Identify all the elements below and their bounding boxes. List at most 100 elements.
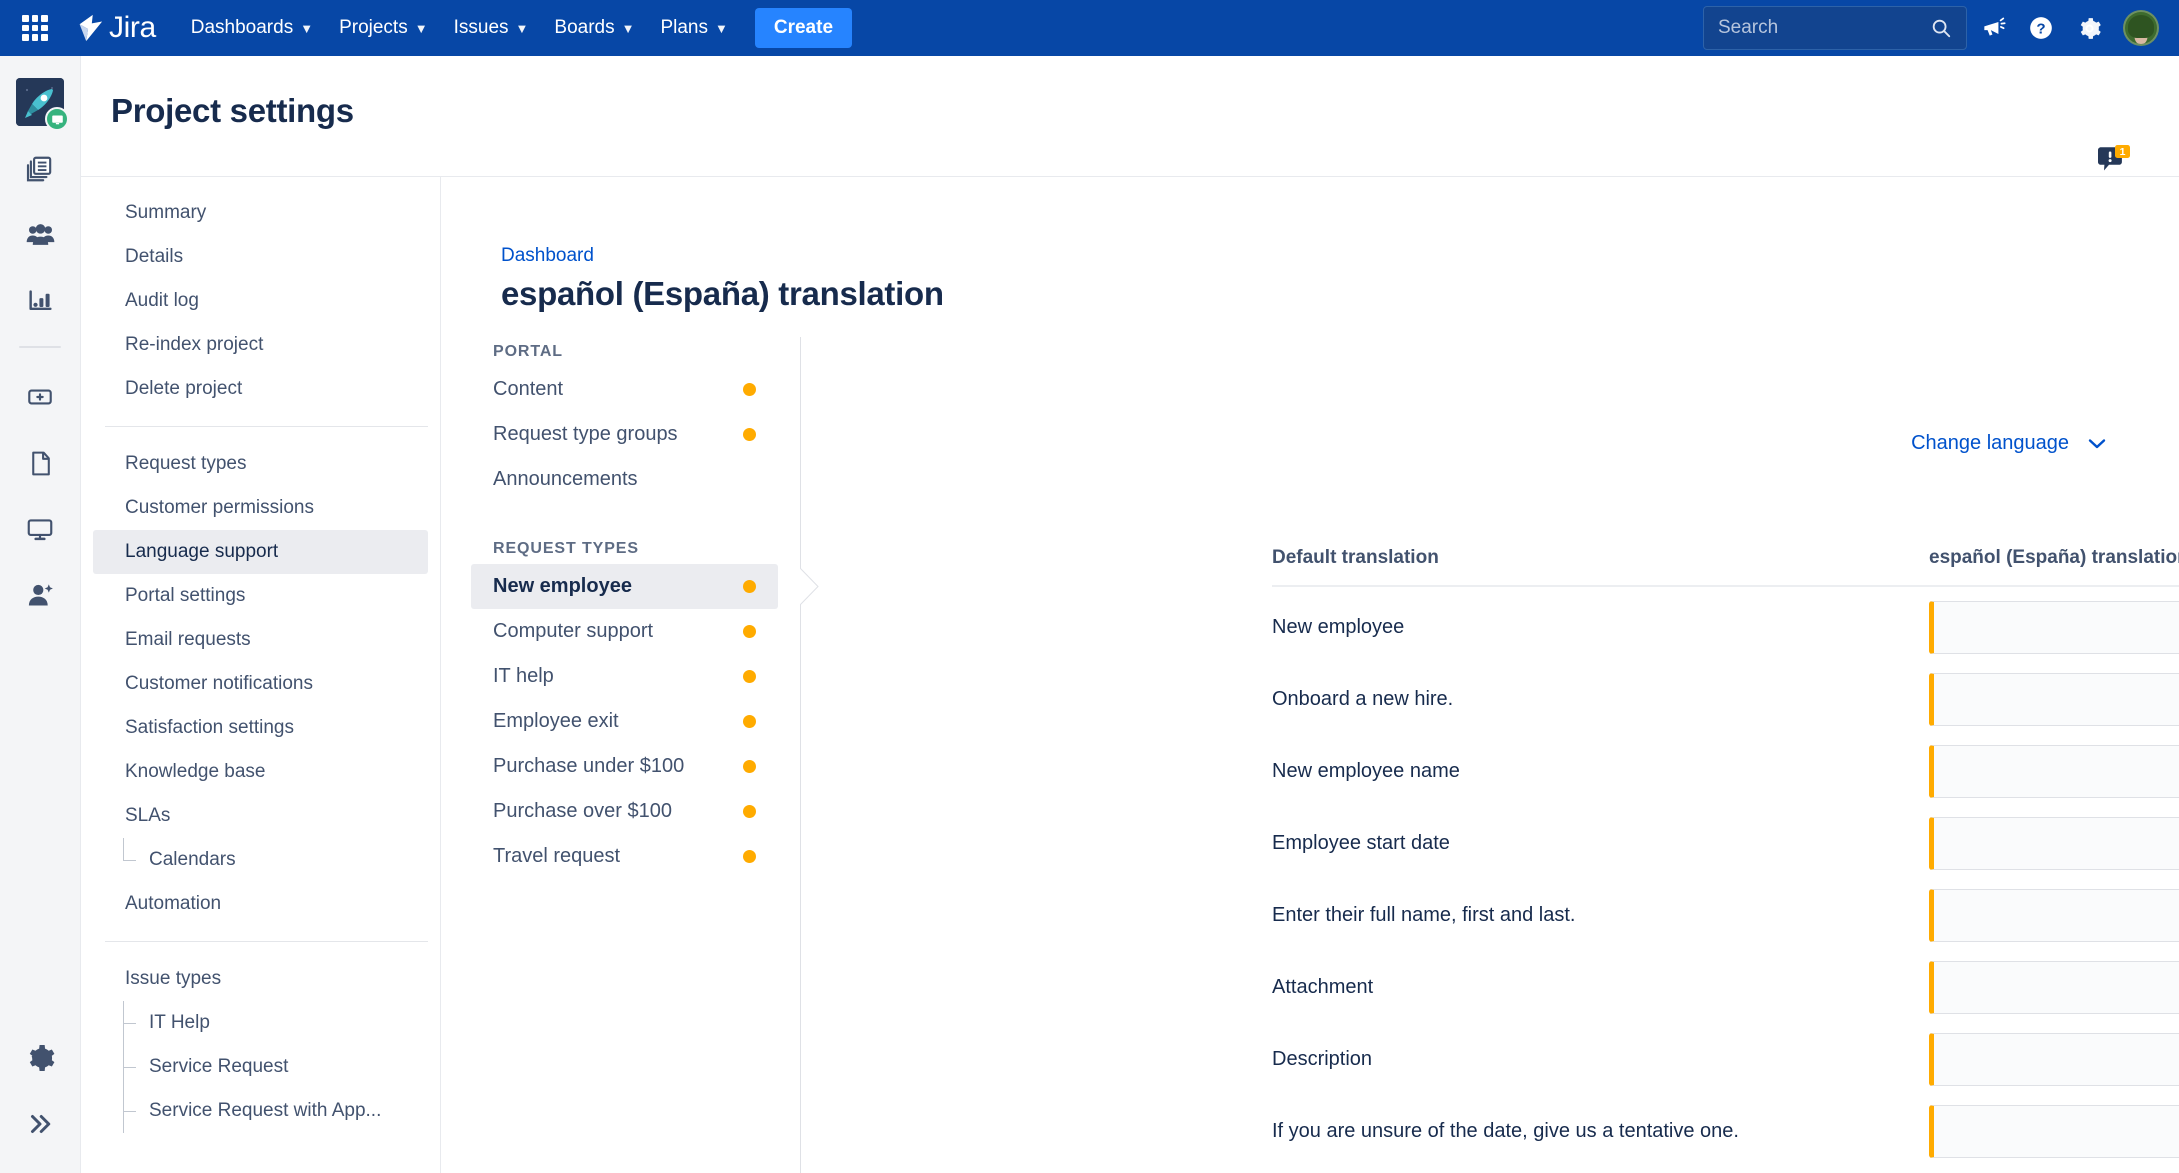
- rail-divider: [19, 346, 61, 348]
- settings-nav-divider: [105, 426, 428, 427]
- request-type-item-label: Employee exit: [493, 710, 619, 733]
- portal-item-announcements[interactable]: Announcements: [471, 457, 778, 502]
- translation-row: Employee start date: [1272, 807, 2179, 879]
- settings-nav-item-request-types[interactable]: Request types: [93, 442, 428, 486]
- translation-input[interactable]: [1929, 889, 2179, 942]
- add-shortcut-icon[interactable]: [17, 374, 63, 420]
- apps-grid-icon[interactable]: [22, 15, 48, 41]
- request-type-item-purchase-under-100[interactable]: Purchase under $100: [471, 744, 778, 789]
- nav-dashboards-label: Dashboards: [191, 17, 293, 39]
- nav-issues[interactable]: Issues ▼: [441, 6, 542, 50]
- settings-nav-item-service-request[interactable]: Service Request: [93, 1045, 428, 1089]
- settings-nav-item-label: Re-index project: [125, 334, 263, 356]
- settings-nav-item-delete-project[interactable]: Delete project: [93, 367, 428, 411]
- settings-nav-item-label: Service Request: [149, 1056, 288, 1078]
- settings-nav-item-label: IT Help: [149, 1012, 210, 1034]
- service-desk-badge: [45, 107, 69, 131]
- translation-input[interactable]: [1929, 1105, 2179, 1158]
- request-type-item-travel-request[interactable]: Travel request: [471, 834, 778, 879]
- nav-projects[interactable]: Projects ▼: [326, 6, 441, 50]
- create-button[interactable]: Create: [755, 8, 852, 48]
- request-type-item-label: IT help: [493, 665, 554, 688]
- search-icon[interactable]: [1930, 17, 1952, 39]
- settings-nav-item-re-index-project[interactable]: Re-index project: [93, 323, 428, 367]
- translation-input[interactable]: [1929, 601, 2179, 654]
- settings-gear-icon[interactable]: [2067, 6, 2111, 50]
- settings-nav-item-it-help[interactable]: IT Help: [93, 1001, 428, 1045]
- portal-icon[interactable]: [17, 506, 63, 552]
- invite-team-icon[interactable]: [17, 572, 63, 618]
- settings-nav-item-email-requests[interactable]: Email requests: [93, 618, 428, 662]
- translation-input[interactable]: [1929, 961, 2179, 1014]
- settings-nav-item-issue-types[interactable]: Issue types: [93, 957, 428, 1001]
- translation-default-text: Attachment: [1272, 976, 1929, 999]
- tree-branch-line: [123, 1045, 137, 1089]
- search-box[interactable]: [1703, 6, 1967, 50]
- settings-nav-item-label: Email requests: [125, 629, 251, 651]
- pages-icon[interactable]: [17, 440, 63, 486]
- request-type-item-label: Purchase over $100: [493, 800, 672, 823]
- settings-nav-item-slas[interactable]: SLAs: [93, 794, 428, 838]
- chevron-down-icon: [2087, 437, 2107, 450]
- avatar[interactable]: [2123, 10, 2159, 46]
- customers-icon[interactable]: [17, 212, 63, 258]
- help-icon[interactable]: ?: [2019, 6, 2063, 50]
- translation-input[interactable]: [1929, 1033, 2179, 1086]
- settings-nav-item-label: Customer notifications: [125, 673, 313, 695]
- search-input[interactable]: [1718, 17, 1930, 39]
- settings-nav-item-language-support[interactable]: Language support: [93, 530, 428, 574]
- settings-nav-item-label: Delete project: [125, 378, 242, 400]
- settings-nav-item-summary[interactable]: Summary: [93, 191, 428, 235]
- settings-nav-item-customer-notifications[interactable]: Customer notifications: [93, 662, 428, 706]
- nav-plans-label: Plans: [660, 17, 708, 39]
- nav-boards-label: Boards: [554, 17, 614, 39]
- reports-icon[interactable]: [17, 278, 63, 324]
- column-header-default: Default translation: [1272, 547, 1929, 569]
- nav-dashboards[interactable]: Dashboards ▼: [178, 6, 326, 50]
- translation-input[interactable]: [1929, 673, 2179, 726]
- breadcrumb-dashboard[interactable]: Dashboard: [501, 245, 594, 267]
- settings-nav-item-audit-log[interactable]: Audit log: [93, 279, 428, 323]
- request-type-item-employee-exit[interactable]: Employee exit: [471, 699, 778, 744]
- settings-nav-item-portal-settings[interactable]: Portal settings: [93, 574, 428, 618]
- queues-icon[interactable]: [17, 146, 63, 192]
- settings-nav-item-label: Customer permissions: [125, 497, 314, 519]
- portal-item-content[interactable]: Content: [471, 367, 778, 412]
- request-type-item-it-help[interactable]: IT help: [471, 654, 778, 699]
- settings-nav-item-service-request-with-app[interactable]: Service Request with App...: [93, 1089, 428, 1133]
- request-type-item-label: Computer support: [493, 620, 653, 643]
- settings-nav-item-knowledge-base[interactable]: Knowledge base: [93, 750, 428, 794]
- change-language-dropdown[interactable]: Change language: [1911, 432, 2107, 455]
- tree-branch-line: [123, 1089, 137, 1133]
- translation-input[interactable]: [1929, 745, 2179, 798]
- settings-nav-item-customer-permissions[interactable]: Customer permissions: [93, 486, 428, 530]
- settings-nav-item-automation[interactable]: Automation: [93, 882, 428, 926]
- settings-nav-item-satisfaction-settings[interactable]: Satisfaction settings: [93, 706, 428, 750]
- expand-sidebar-icon[interactable]: [17, 1101, 63, 1147]
- settings-nav-item-label: Portal settings: [125, 585, 245, 607]
- column-header-target: español (España) translation: [1929, 547, 2179, 569]
- request-type-item-computer-support[interactable]: Computer support: [471, 609, 778, 654]
- translation-table-header: Default translation español (España) tra…: [1272, 547, 2179, 587]
- jira-mark-icon: [74, 13, 104, 43]
- settings-nav-item-details[interactable]: Details: [93, 235, 428, 279]
- megaphone-icon[interactable]: [1971, 6, 2015, 50]
- nav-plans[interactable]: Plans ▼: [647, 6, 740, 50]
- nav-boards[interactable]: Boards ▼: [541, 6, 647, 50]
- request-type-item-new-employee[interactable]: New employee: [471, 564, 778, 609]
- translation-input[interactable]: [1929, 817, 2179, 870]
- request-type-item-purchase-over-100[interactable]: Purchase over $100: [471, 789, 778, 834]
- chevron-down-icon: ▼: [300, 21, 313, 36]
- settings-nav-item-label: SLAs: [125, 805, 170, 827]
- jira-logo[interactable]: Jira: [74, 11, 156, 45]
- portal-item-request-type-groups[interactable]: Request type groups: [471, 412, 778, 457]
- portal-item-label: Request type groups: [493, 423, 678, 446]
- unsaved-indicator-dot: [743, 850, 756, 863]
- settings-nav-item-calendars[interactable]: Calendars: [93, 838, 428, 882]
- unsaved-indicator-dot: [743, 428, 756, 441]
- translation-default-text: If you are unsure of the date, give us a…: [1272, 1120, 1929, 1143]
- project-settings-gear-icon[interactable]: [17, 1035, 63, 1081]
- rocket-project-icon[interactable]: [16, 78, 64, 126]
- selection-pointer-icon: [800, 564, 820, 609]
- translation-table-body: New employeeOnboard a new hire.New emplo…: [1272, 591, 2179, 1167]
